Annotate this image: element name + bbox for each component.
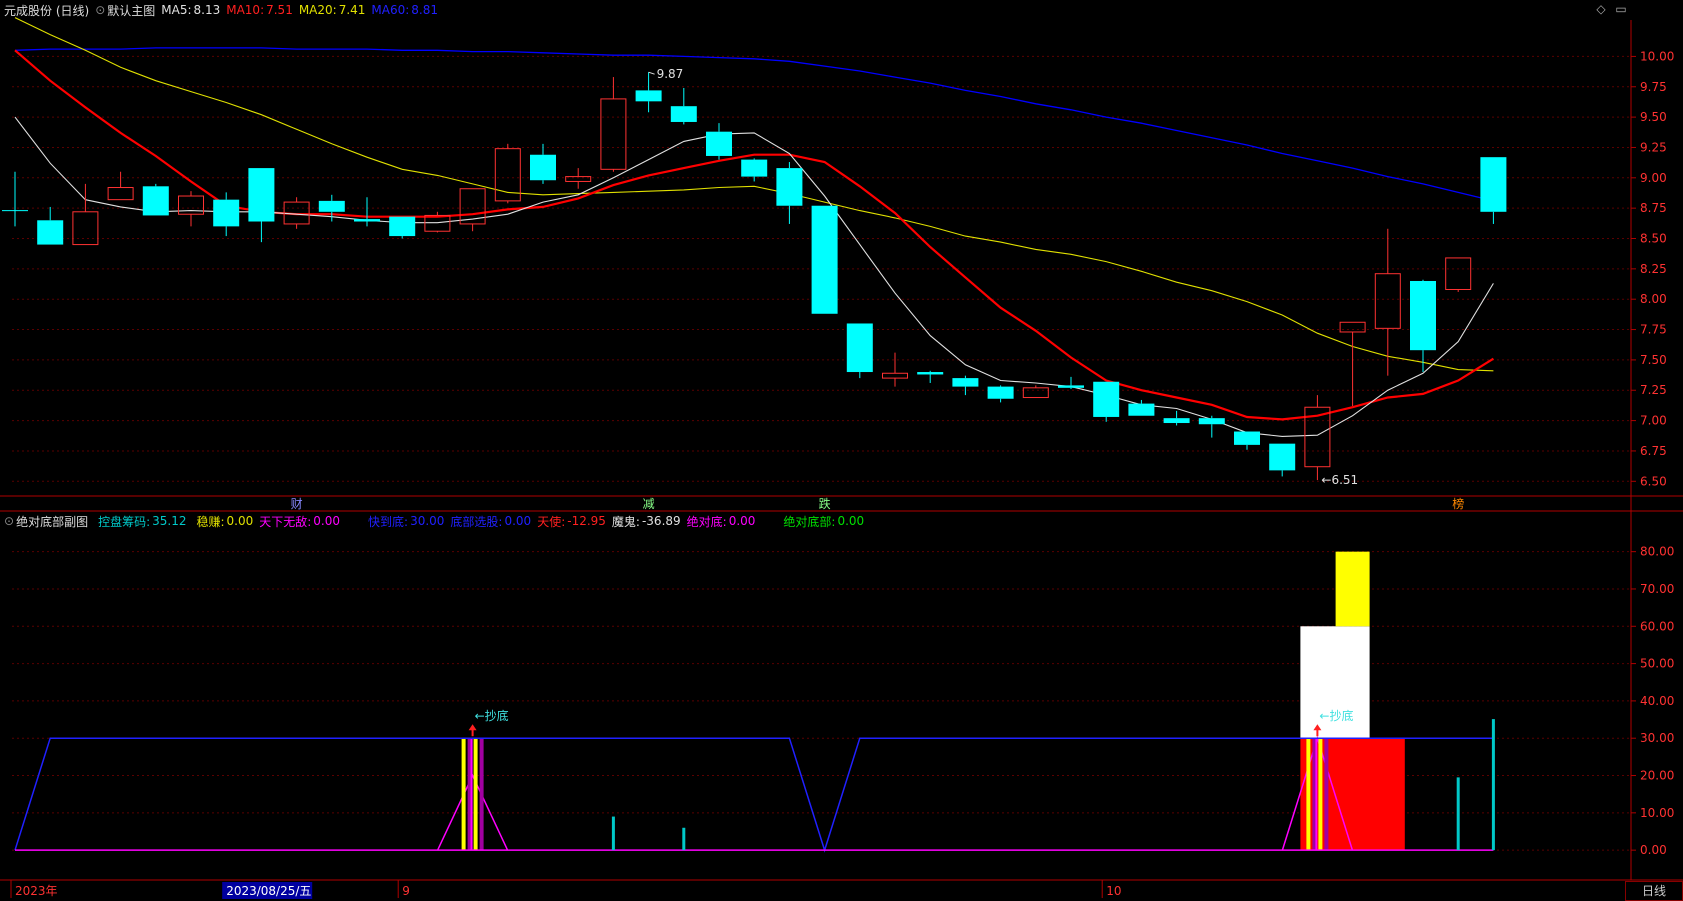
main-y-tick-label: 6.75	[1640, 444, 1667, 458]
candle-body	[1374, 273, 1401, 329]
candle-body	[811, 205, 838, 314]
sub-y-tick-label: 50.00	[1640, 657, 1674, 671]
signal-stripe	[461, 738, 466, 851]
event-marker-41: 榜	[1452, 496, 1464, 511]
candle-body	[107, 187, 134, 201]
signal-stripe	[473, 738, 478, 851]
candle-body	[706, 131, 732, 156]
kpcm-bar	[682, 827, 686, 851]
candle-body	[530, 154, 556, 181]
x-axis-label: 9	[402, 884, 410, 898]
crosshair-date-label: 2023/08/25/五	[226, 884, 311, 898]
candle-body	[1163, 418, 1190, 424]
x-axis-label: 10	[1106, 884, 1121, 898]
candle-body	[178, 195, 204, 215]
candle-body	[670, 106, 697, 122]
candle-body	[1445, 257, 1472, 290]
sub-y-tick-label: 20.00	[1640, 769, 1674, 783]
main-y-tick-label: 9.75	[1640, 80, 1667, 94]
sub-y-tick-label: 70.00	[1640, 582, 1674, 596]
main-y-tick-label: 9.00	[1640, 171, 1667, 185]
candle-body	[741, 159, 768, 177]
sub-y-tick-label: 10.00	[1640, 806, 1674, 820]
event-marker-8: 财	[291, 497, 303, 511]
main-y-tick-label: 7.50	[1640, 353, 1667, 367]
candle-body	[37, 220, 64, 245]
candle-body	[213, 199, 240, 227]
event-marker-18: 减	[643, 497, 655, 511]
candle-body	[1128, 403, 1155, 416]
candle-body	[882, 372, 908, 379]
main-y-tick-label: 7.25	[1640, 383, 1667, 397]
candle-body	[1093, 381, 1120, 417]
signal-stripe	[1306, 738, 1311, 851]
candle-body	[1022, 387, 1049, 399]
candle-body	[72, 211, 99, 246]
main-y-tick-label: 8.25	[1640, 262, 1667, 276]
signal-stripe	[1324, 738, 1329, 851]
sub-y-tick-label: 40.00	[1640, 694, 1674, 708]
candle-body	[424, 214, 451, 232]
candle-body	[1198, 418, 1225, 425]
kline-chart-canvas[interactable]: 10.00 9.75 9.50 9.25 9.00 8.75 8.50 8.25 8.00 7.7…	[0, 0, 1683, 901]
main-y-tick-label: 7.00	[1640, 414, 1667, 428]
candle-body	[248, 168, 275, 222]
kpcm-bar	[1456, 777, 1460, 851]
kpcm-bar	[1491, 719, 1495, 851]
main-y-tick-label: 8.75	[1640, 201, 1667, 215]
signal-stripe-center	[470, 738, 473, 851]
event-marker-23: 跌	[819, 496, 831, 511]
main-y-tick-label: 9.50	[1640, 110, 1667, 124]
candle-body	[1269, 443, 1296, 471]
candle-body	[1339, 321, 1366, 333]
candle-body	[1480, 157, 1507, 212]
candle-body	[354, 219, 380, 222]
signal-stripe	[479, 738, 484, 851]
candle-body	[600, 98, 627, 170]
candle-body	[776, 168, 803, 206]
candle-body	[1234, 431, 1260, 445]
candle-body	[635, 90, 662, 102]
main-y-tick-label: 8.50	[1640, 232, 1667, 246]
sub-y-tick-label: 0.00	[1640, 843, 1667, 857]
up-arrow-icon	[468, 724, 477, 737]
signal-stripe	[1318, 738, 1323, 851]
sub-y-tick-label: 80.00	[1640, 545, 1674, 559]
low-price-annotation: ←6.51	[1321, 473, 1358, 487]
signal-stripe-center	[1315, 738, 1318, 851]
candle-body	[987, 386, 1014, 399]
candle-body	[318, 200, 345, 212]
chaodi-label: ←抄底	[1319, 708, 1353, 723]
sub-y-tick-label: 30.00	[1640, 731, 1674, 745]
candle-body	[389, 216, 416, 237]
main-y-tick-label: 9.25	[1640, 140, 1667, 154]
yellow-signal-block	[1335, 551, 1370, 627]
main-y-tick-label: 10.00	[1640, 49, 1674, 63]
candle-body	[1410, 280, 1436, 351]
high-price-annotation: 9.87	[657, 67, 684, 81]
kdd-line	[14, 737, 1494, 853]
chaodi-label: ←抄底	[475, 708, 509, 723]
candle-body	[917, 372, 944, 375]
candle-body	[952, 378, 979, 387]
candle-body	[846, 323, 873, 373]
annotation-pointer	[648, 71, 655, 75]
main-y-tick-label: 6.50	[1640, 474, 1667, 488]
ma20-line	[14, 17, 1494, 372]
sub-y-tick-label: 60.00	[1640, 619, 1674, 633]
main-y-tick-label: 8.00	[1640, 292, 1667, 306]
main-y-tick-label: 7.75	[1640, 323, 1667, 337]
candle-body	[142, 186, 169, 216]
period-tab-daily[interactable]: 日线	[1625, 881, 1683, 901]
candle-body	[1058, 385, 1084, 388]
kpcm-bar	[611, 816, 615, 851]
x-axis-label: 2023年	[15, 884, 58, 898]
